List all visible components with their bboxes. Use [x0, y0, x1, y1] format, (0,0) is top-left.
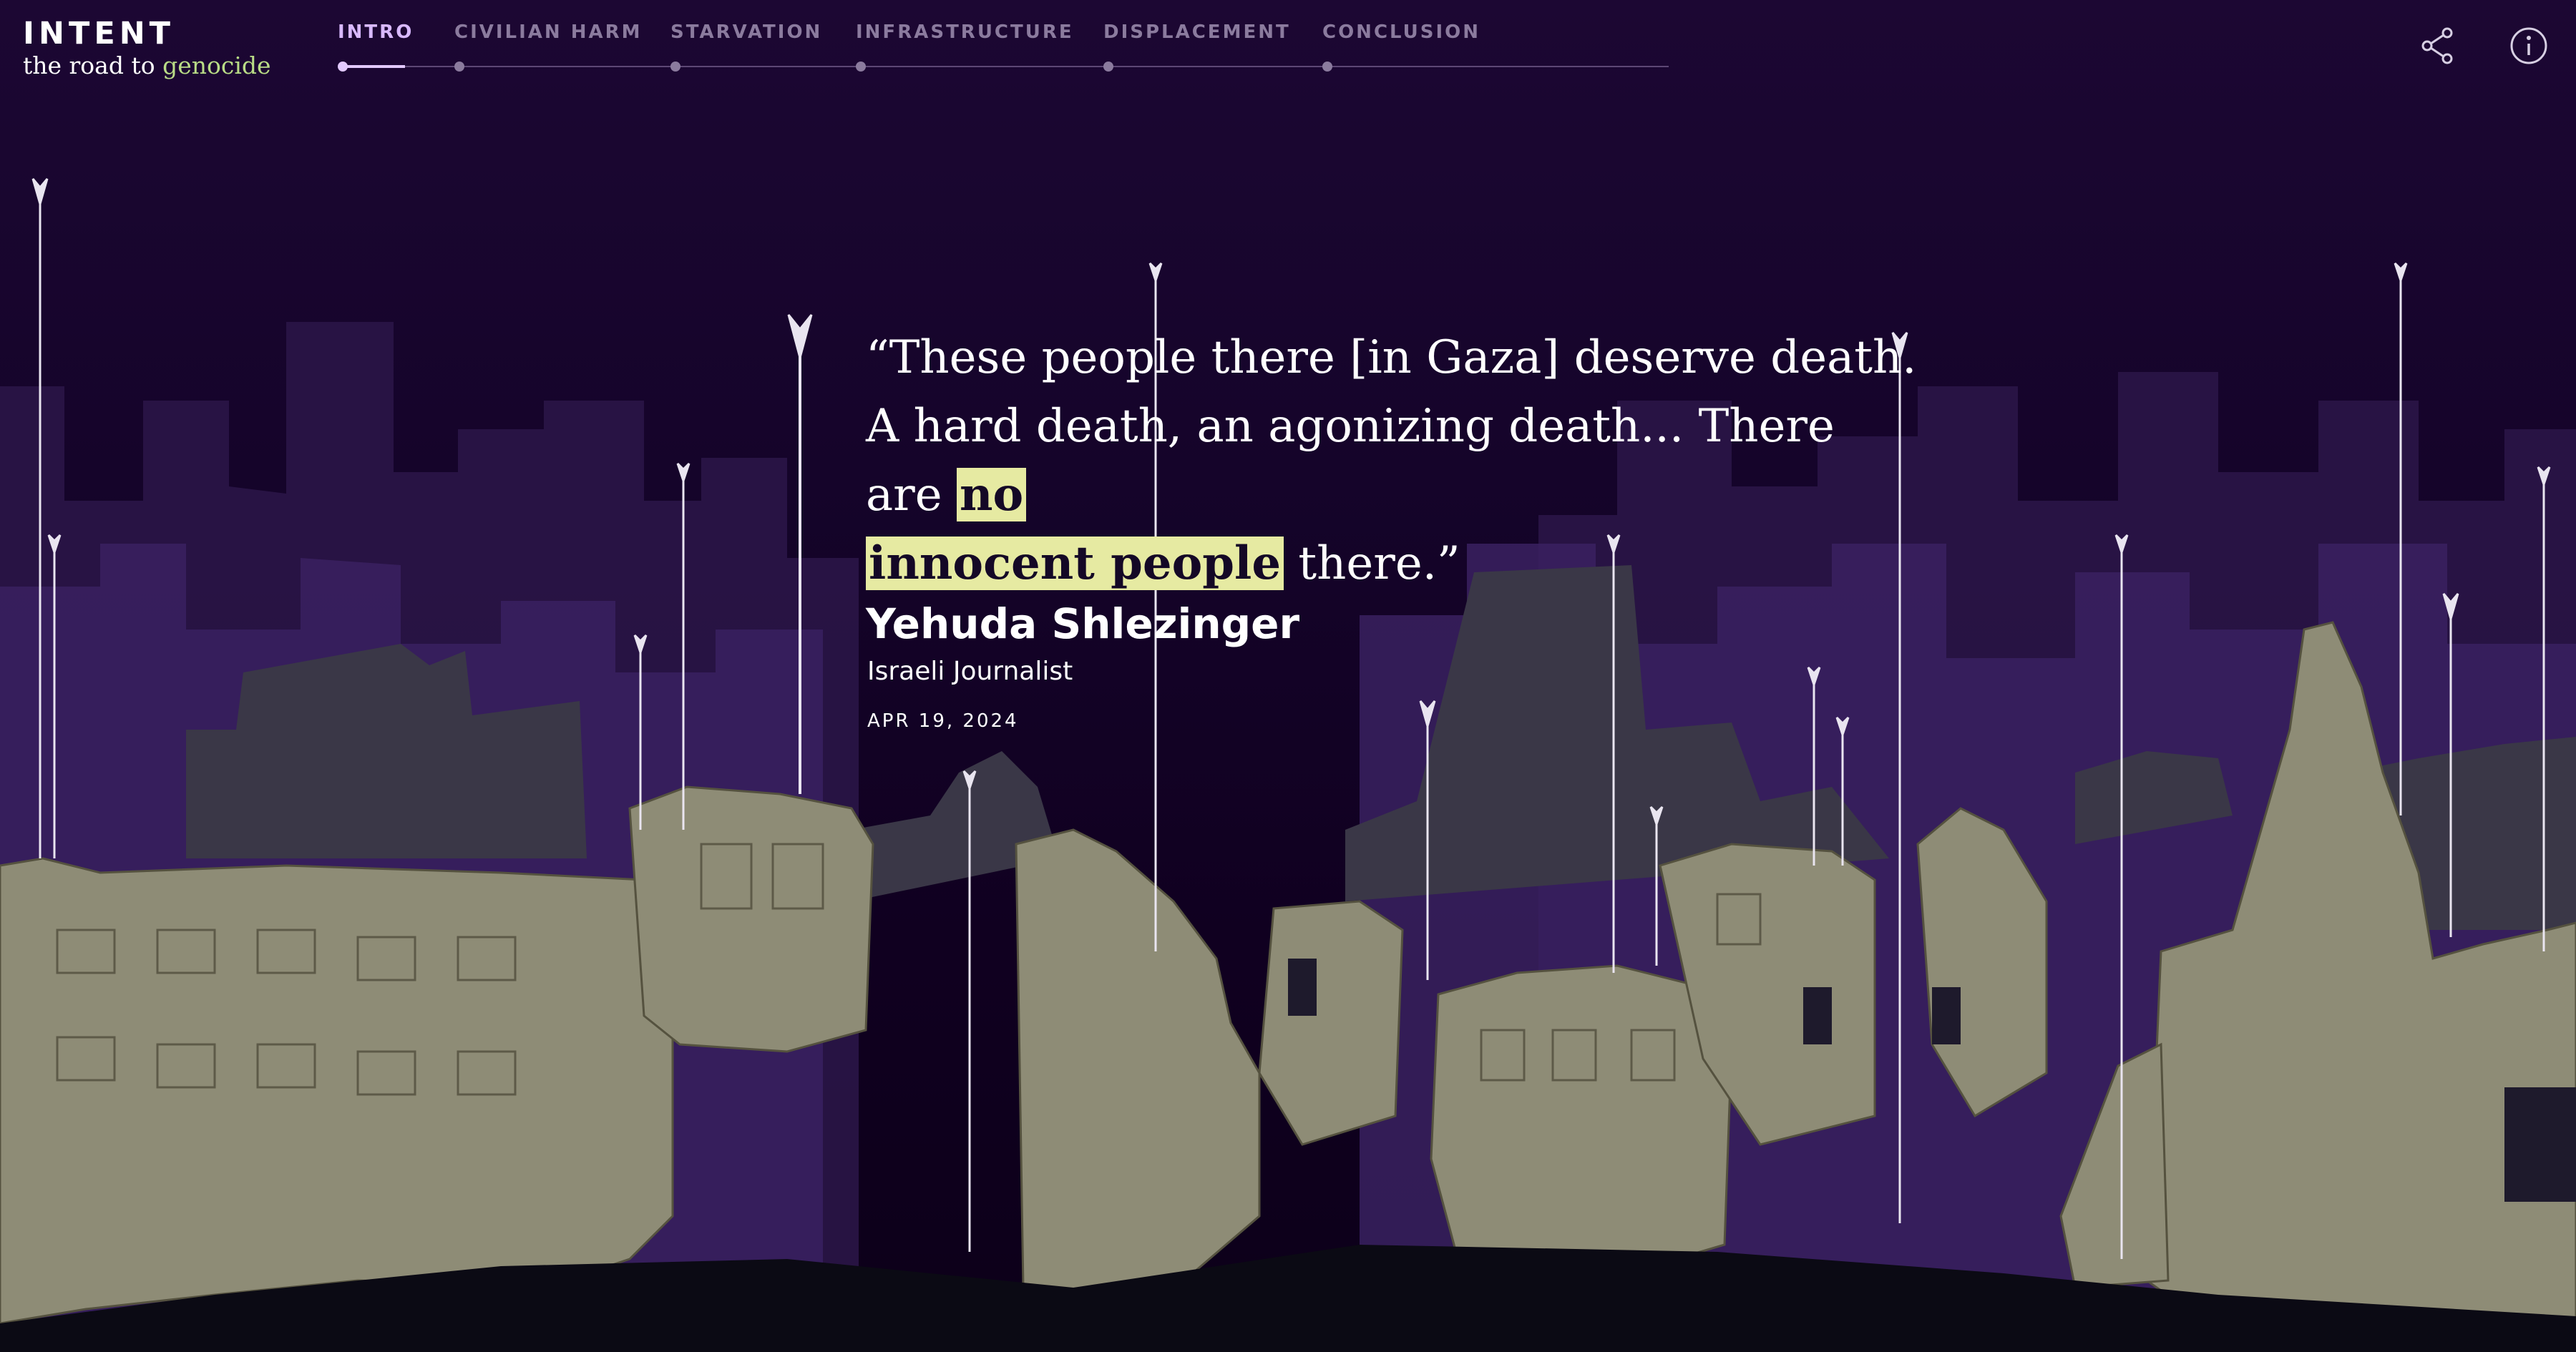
brand-title: INTENT — [23, 16, 175, 52]
share-icon — [2421, 27, 2453, 64]
nav-item-label: INFRASTRUCTURE — [856, 21, 1074, 43]
nav-item-intro[interactable]: INTRO — [338, 21, 414, 72]
nav-dot — [856, 62, 866, 72]
nav-item-displacement[interactable]: DISPLACEMENT — [1103, 21, 1291, 72]
quote-author-role: Israeli Journalist — [867, 657, 1073, 686]
nav-item-label: DISPLACEMENT — [1103, 21, 1291, 43]
nav-item-label: CONCLUSION — [1322, 21, 1481, 43]
brand-subtitle: the road to genocide — [23, 52, 271, 80]
nav-dot — [1103, 62, 1113, 72]
share-button[interactable] — [2417, 26, 2457, 66]
nav-dot — [670, 62, 680, 72]
quote-date: APR 19, 2024 — [867, 710, 1019, 732]
nav-item-infrastructure[interactable]: INFRASTRUCTURE — [856, 21, 1074, 72]
nav-item-starvation[interactable]: STARVATION — [670, 21, 823, 72]
nav-item-label: INTRO — [338, 21, 414, 43]
nav-item-civilian-harm[interactable]: CIVILIAN HARM — [454, 21, 643, 72]
brand-subtitle-accent: genocide — [162, 52, 271, 79]
brand-subtitle-prefix: the road to — [23, 52, 163, 79]
nav-dot — [1322, 62, 1332, 72]
nav-item-label: STARVATION — [670, 21, 823, 43]
ruined-city-illustration — [0, 178, 2576, 1352]
info-icon — [2510, 27, 2547, 64]
quote-text: “These people there [in Gaza] deserve de… — [866, 323, 1918, 598]
nav-dot — [454, 62, 464, 72]
quote-highlight-1: no — [956, 468, 1027, 521]
nav-item-label: CIVILIAN HARM — [454, 21, 643, 43]
nav-progress-indicator — [343, 65, 405, 68]
info-button[interactable] — [2509, 26, 2549, 66]
quote-author: Yehuda Shlezinger — [866, 599, 1300, 648]
nav-item-conclusion[interactable]: CONCLUSION — [1322, 21, 1481, 72]
nav-track — [343, 66, 1669, 67]
brand-logo[interactable]: INTENT the road to genocide — [23, 16, 271, 80]
section-nav: INTRO CIVILIAN HARM STARVATION INFRASTRU… — [338, 21, 1669, 72]
quote-highlight-2: innocent people — [866, 537, 1284, 590]
quote-part-2: there.” — [1284, 537, 1460, 590]
nav-dot — [338, 62, 348, 72]
